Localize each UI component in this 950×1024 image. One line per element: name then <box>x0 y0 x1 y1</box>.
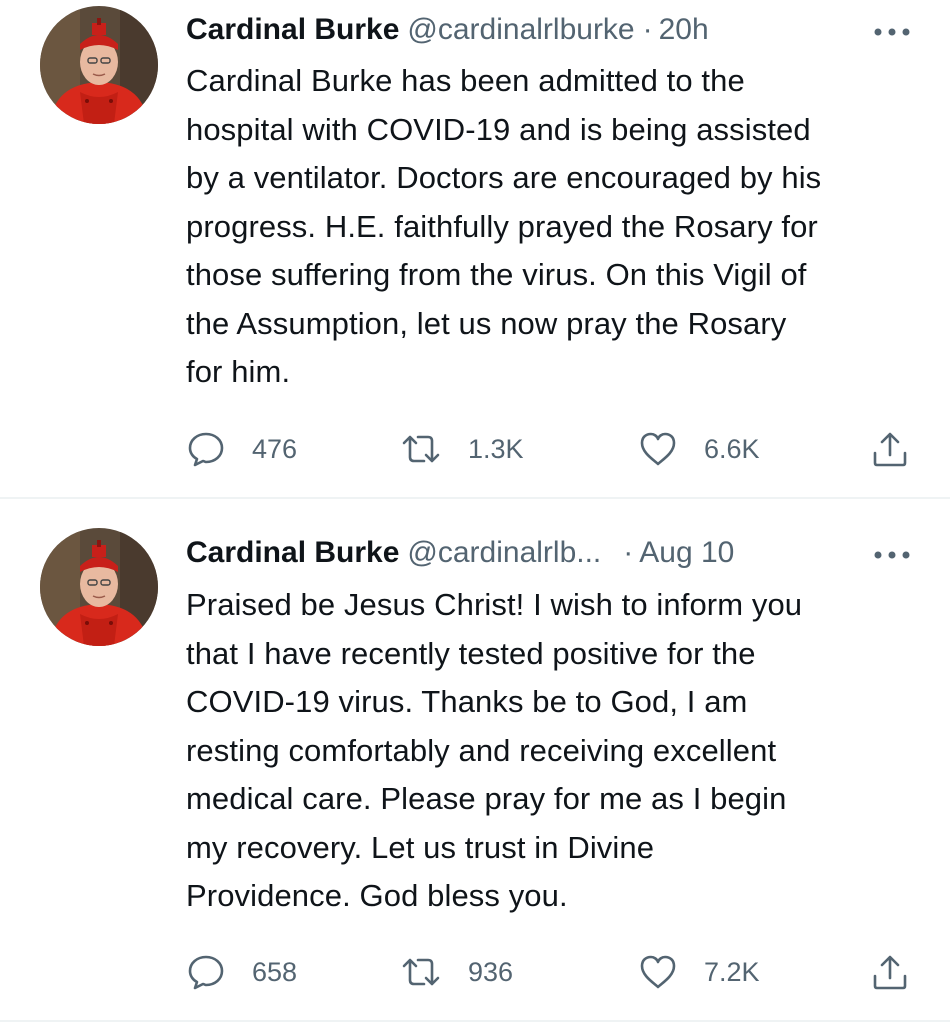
avatar[interactable] <box>40 528 158 646</box>
tweet-text-line: COVID-19 virus. Thanks be to God, I am <box>186 684 748 719</box>
tweet-header: Cardinal Burke @cardinalrlb... · Aug 10 <box>186 531 910 575</box>
tweet[interactable]: Cardinal Burke @cardinalrlb... · Aug 10 Pra… <box>0 500 950 1024</box>
share-icon <box>873 432 907 467</box>
like-count: 6.6K <box>704 433 760 464</box>
heart-icon <box>640 432 676 466</box>
retweet-button[interactable]: 936 <box>400 950 513 994</box>
tweet-text-line: Praised be Jesus Christ! I wish to infor… <box>186 587 803 622</box>
tweet-text-line: that I have recently tested positive for… <box>186 635 756 671</box>
tweet-text-line: by a ventilator. Doctors are encouraged … <box>186 160 822 195</box>
tweet-header: Cardinal Burke @cardinalrlburke · 20h <box>186 8 910 52</box>
more-horizontal-icon <box>874 551 910 559</box>
retweet-count: 936 <box>468 956 514 987</box>
divider <box>0 497 950 499</box>
tweet-text: Cardinal Burke has been admitted to the … <box>186 57 921 397</box>
user-handle[interactable]: @cardinalrlb... <box>407 536 601 569</box>
more-options-button[interactable] <box>872 543 912 567</box>
tweet-text-line: my recovery. Let us trust in Divine <box>186 829 655 865</box>
reply-count: 476 <box>252 433 298 464</box>
tweet-text-line: resting comfortably and receiving excell… <box>186 732 777 768</box>
retweet-button[interactable]: 1.3K <box>400 427 524 471</box>
retweet-count: 1.3K <box>468 433 524 464</box>
tweet-text: Praised be Jesus Christ! I wish to infor… <box>186 581 921 921</box>
retweet-icon <box>402 435 440 463</box>
tweet-text-line: the Assumption, let us now pray the Rosa… <box>186 305 787 341</box>
separator: · <box>623 536 634 569</box>
timestamp[interactable]: Aug 10 <box>639 536 734 569</box>
timestamp[interactable]: 20h <box>659 13 709 46</box>
reply-icon <box>188 955 224 990</box>
divider <box>0 1020 950 1022</box>
share-button[interactable] <box>870 950 910 994</box>
share-button[interactable] <box>870 427 910 471</box>
tweet-actions: 658 936 7.2K <box>186 950 916 994</box>
reply-button[interactable]: 658 <box>186 950 297 994</box>
tweet-text-line: medical care. Please pray for me as I be… <box>186 781 787 816</box>
reply-count: 658 <box>252 956 298 987</box>
separator: · <box>642 13 653 46</box>
heart-icon <box>640 955 676 989</box>
share-icon <box>873 955 907 990</box>
like-button[interactable]: 6.6K <box>638 427 760 471</box>
more-horizontal-icon <box>874 28 910 36</box>
tweet[interactable]: Cardinal Burke @cardinalrlburke · 20h Cardi… <box>0 0 950 500</box>
tweet-text-line: hospital with COVID-19 and is being assi… <box>186 111 811 147</box>
reply-icon <box>188 432 224 467</box>
tweet-text-line: progress. H.E. faithfully prayed the Ros… <box>186 208 818 244</box>
avatar[interactable] <box>40 6 158 124</box>
like-count: 7.2K <box>704 956 760 987</box>
tweet-text-line: those suffering from the virus. On this … <box>186 257 807 292</box>
tweet-actions: 476 1.3K 6.6K <box>186 427 916 471</box>
tweet-text-line: for him. <box>186 354 291 389</box>
tweet-text-line: Cardinal Burke has been admitted to the <box>186 63 745 98</box>
user-handle[interactable]: @cardinalrlburke <box>407 13 634 46</box>
more-options-button[interactable] <box>872 20 912 44</box>
retweet-icon <box>402 958 440 986</box>
display-name[interactable]: Cardinal Burke <box>186 13 399 46</box>
tweet-text-line: Providence. God bless you. <box>186 878 568 913</box>
display-name[interactable]: Cardinal Burke <box>186 536 399 569</box>
reply-button[interactable]: 476 <box>186 427 297 471</box>
like-button[interactable]: 7.2K <box>638 950 760 994</box>
